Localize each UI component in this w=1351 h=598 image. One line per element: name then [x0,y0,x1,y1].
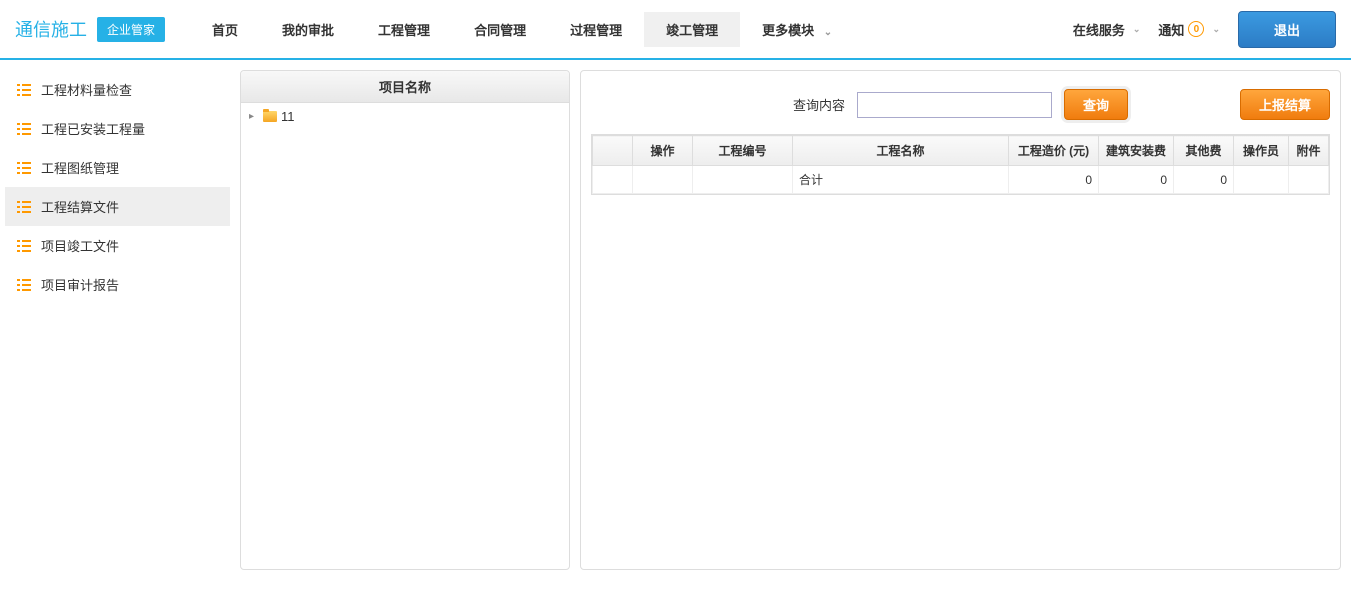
sidebar-item-label: 工程已安装工程量 [41,119,145,138]
list-icon [17,240,31,252]
cell-value: 0 [1009,166,1099,194]
expand-icon[interactable]: ▸ [249,111,259,122]
online-service[interactable]: 在线服务 ⌄ [1073,20,1141,39]
table-row[interactable]: 合计 0 0 0 [593,166,1329,194]
cell [1234,166,1289,194]
sidebar-item-settlement[interactable]: 工程结算文件 [5,187,230,226]
nav-project-mgmt[interactable]: 工程管理 [356,12,452,47]
list-icon [17,279,31,291]
results-grid: 操作 工程编号 工程名称 工程造价 (元) 建筑安装费 其他费 操作员 附件 [591,134,1330,195]
notification-label: 通知 [1158,20,1184,39]
online-service-label: 在线服务 [1073,20,1125,39]
col-proj-name[interactable]: 工程名称 [793,136,1009,166]
cell-value: 0 [1099,166,1174,194]
list-icon [17,201,31,213]
sidebar-item-drawings[interactable]: 工程图纸管理 [5,148,230,187]
cell [1289,166,1329,194]
list-icon [17,162,31,174]
query-button[interactable]: 查询 [1064,89,1128,120]
main-panel: 查询内容 查询 上报结算 操作 工程编号 工程名称 工程造价 (元) [580,70,1341,570]
sidebar-item-label: 工程结算文件 [41,197,119,216]
nav-contract-mgmt[interactable]: 合同管理 [452,12,548,47]
tree-node[interactable]: ▸ 11 [249,109,561,124]
notification[interactable]: 通知 0 ⌄ [1158,20,1220,39]
sidebar-item-material-check[interactable]: 工程材料量检查 [5,70,230,109]
company-badge[interactable]: 企业管家 [97,17,165,42]
nav-process-mgmt[interactable]: 过程管理 [548,12,644,47]
grid-header-row: 操作 工程编号 工程名称 工程造价 (元) 建筑安装费 其他费 操作员 附件 [593,136,1329,166]
col-cost[interactable]: 工程造价 (元) [1009,136,1099,166]
report-settlement-button[interactable]: 上报结算 [1240,89,1330,120]
search-label: 查询内容 [793,95,845,114]
sidebar-item-label: 项目审计报告 [41,275,119,294]
sidebar-item-completion-files[interactable]: 项目竣工文件 [5,226,230,265]
search-input[interactable] [857,92,1052,118]
main-nav: 首页 我的审批 工程管理 合同管理 过程管理 竣工管理 更多模块 ⌄ [190,12,1073,47]
project-tree-panel: 项目名称 ▸ 11 [240,70,570,570]
cell [693,166,793,194]
col-attachment[interactable]: 附件 [1289,136,1329,166]
cell [633,166,693,194]
logo: 通信施工 [15,16,87,42]
tree-header: 项目名称 [241,71,569,103]
chevron-down-icon: ⌄ [824,27,832,38]
col-install-fee[interactable]: 建筑安装费 [1099,136,1174,166]
col-proj-no[interactable]: 工程编号 [693,136,793,166]
col-operator[interactable]: 操作员 [1234,136,1289,166]
sidebar-item-label: 项目竣工文件 [41,236,119,255]
sidebar-item-label: 工程图纸管理 [41,158,119,177]
cell [593,166,633,194]
nav-home[interactable]: 首页 [190,12,260,47]
col-blank[interactable] [593,136,633,166]
folder-icon [263,111,277,122]
tree-node-label: 11 [281,109,295,124]
chevron-down-icon: ⌄ [1133,24,1141,35]
sidebar: 工程材料量检查 工程已安装工程量 工程图纸管理 工程结算文件 项目竣工文件 项目… [5,70,230,570]
notification-badge: 0 [1188,21,1204,37]
chevron-down-icon: ⌄ [1212,24,1220,35]
nav-completion-mgmt[interactable]: 竣工管理 [644,12,740,47]
nav-more-modules[interactable]: 更多模块 ⌄ [740,12,854,47]
cell-total-label: 合计 [793,166,1009,194]
sidebar-item-installed-qty[interactable]: 工程已安装工程量 [5,109,230,148]
col-other-fee[interactable]: 其他费 [1174,136,1234,166]
sidebar-item-label: 工程材料量检查 [41,80,132,99]
col-action[interactable]: 操作 [633,136,693,166]
sidebar-item-audit-report[interactable]: 项目审计报告 [5,265,230,304]
list-icon [17,84,31,96]
exit-button[interactable]: 退出 [1238,11,1336,48]
cell-value: 0 [1174,166,1234,194]
list-icon [17,123,31,135]
nav-more-label: 更多模块 [762,23,814,38]
nav-my-approval[interactable]: 我的审批 [260,12,356,47]
